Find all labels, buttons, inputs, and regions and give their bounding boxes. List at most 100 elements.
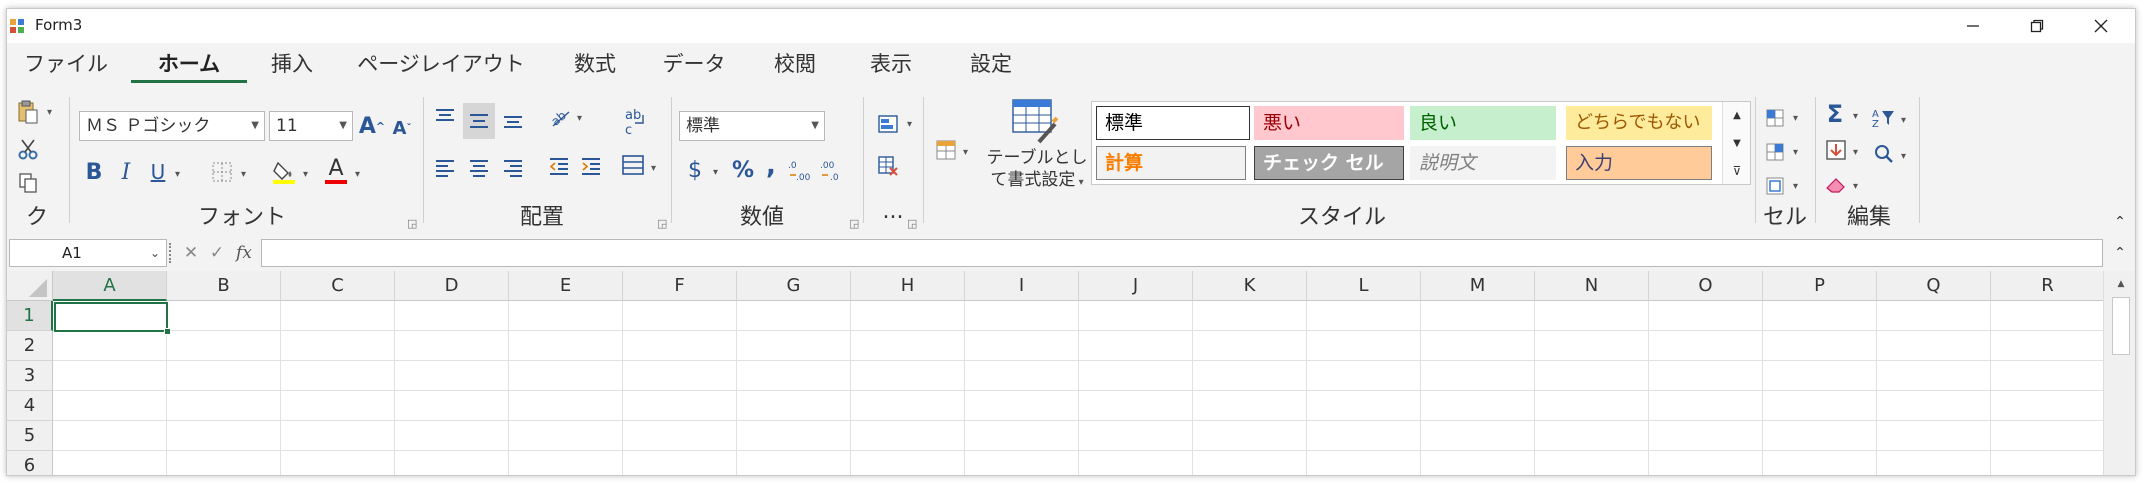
fill-color-button[interactable] <box>269 157 299 187</box>
increase-indent-button[interactable] <box>577 153 605 181</box>
format-as-table-icon-button[interactable] <box>1007 97 1061 145</box>
style-normal[interactable]: 標準 <box>1096 106 1250 140</box>
merge-dropdown-icon[interactable]: ▾ <box>651 163 656 174</box>
align-center-button[interactable] <box>465 155 493 183</box>
underline-dropdown-icon[interactable]: ▾ <box>175 169 180 180</box>
font-name-combo[interactable]: ＭＳ Ｐゴシック ▼ <box>79 111 265 141</box>
font-color-dropdown-icon[interactable]: ▾ <box>355 169 360 180</box>
column-header[interactable]: C <box>281 271 395 301</box>
italic-button[interactable]: I <box>113 157 139 187</box>
font-color-button[interactable]: A <box>321 155 351 187</box>
currency-dropdown-icon[interactable]: ▾ <box>713 167 718 178</box>
paste-dropdown-icon[interactable]: ▾ <box>47 107 52 118</box>
close-button[interactable] <box>2069 9 2133 43</box>
row-header[interactable]: 5 <box>7 421 53 451</box>
conditional-format-button[interactable] <box>873 109 903 139</box>
shrink-font-button[interactable]: Aˇ <box>389 113 415 143</box>
column-header[interactable]: O <box>1649 271 1763 301</box>
style-calculation[interactable]: 計算 <box>1096 146 1246 180</box>
column-header[interactable]: F <box>623 271 737 301</box>
borders-dropdown-icon[interactable]: ▾ <box>241 169 246 180</box>
name-box[interactable]: A1 ⌄ <box>9 239 167 267</box>
wrap-text-button[interactable]: ab c <box>621 105 649 139</box>
name-box-dropdown-icon[interactable]: ⌄ <box>150 240 160 266</box>
autosum-dropdown-icon[interactable]: ▾ <box>1853 111 1858 122</box>
minimize-button[interactable] <box>1941 9 2005 43</box>
bold-button[interactable]: B <box>81 157 107 187</box>
scroll-up-icon[interactable]: ▲ <box>2110 275 2132 293</box>
clear-button[interactable] <box>1821 169 1851 199</box>
column-header[interactable]: N <box>1535 271 1649 301</box>
borders-button[interactable] <box>207 157 237 187</box>
scroll-thumb[interactable] <box>2112 297 2130 355</box>
copy-button[interactable] <box>13 169 43 197</box>
more-dialog-launcher[interactable]: ◲ <box>907 217 917 230</box>
font-size-combo[interactable]: 11 ▼ <box>269 111 353 141</box>
gallery-more-icon[interactable]: ⊽ <box>1723 158 1751 184</box>
orientation-button[interactable]: ab <box>545 103 577 131</box>
delete-cells-dropdown-icon[interactable]: ▾ <box>1793 147 1798 158</box>
insert-cells-button[interactable] <box>1761 105 1791 131</box>
column-header[interactable]: Q <box>1877 271 1991 301</box>
style-input[interactable]: 入力 <box>1566 146 1712 180</box>
align-right-button[interactable] <box>499 155 527 183</box>
style-neutral[interactable]: どちらでもない <box>1566 106 1712 140</box>
style-bad[interactable]: 悪い <box>1254 106 1404 140</box>
spreadsheet-grid[interactable]: ABCDEFGHIJKLMNOPQR 123456 ▲ <box>7 271 2135 475</box>
collapse-ribbon-icon[interactable]: ⌃ <box>2111 213 2129 231</box>
tab-home[interactable]: ホーム <box>131 49 247 85</box>
column-header[interactable]: B <box>167 271 281 301</box>
gallery-scroll-up-icon[interactable]: ▲ <box>1723 102 1751 128</box>
select-all-corner[interactable] <box>7 271 53 301</box>
style-check-cell[interactable]: チェック セル <box>1254 146 1404 180</box>
underline-button[interactable]: U <box>145 157 171 187</box>
tab-view[interactable]: 表示 <box>853 49 929 85</box>
column-header[interactable]: A <box>53 271 167 301</box>
column-header[interactable]: D <box>395 271 509 301</box>
percent-button[interactable]: % <box>729 155 757 185</box>
insert-cells-dropdown-icon[interactable]: ▾ <box>1793 113 1798 124</box>
tab-data[interactable]: データ <box>653 49 735 85</box>
currency-button[interactable]: $ <box>683 155 707 185</box>
fill-handle[interactable] <box>164 328 171 335</box>
format-cells-dropdown-icon[interactable]: ▾ <box>1793 181 1798 192</box>
style-explanatory[interactable]: 説明文 <box>1410 146 1556 180</box>
column-header[interactable]: I <box>965 271 1079 301</box>
tab-insert[interactable]: 挿入 <box>257 49 327 85</box>
tab-formulas[interactable]: 数式 <box>555 49 635 85</box>
row-header[interactable]: 4 <box>7 391 53 421</box>
align-left-button[interactable] <box>431 155 459 183</box>
column-header[interactable]: P <box>1763 271 1877 301</box>
tab-review[interactable]: 校閲 <box>759 49 831 85</box>
column-header[interactable]: R <box>1991 271 2105 301</box>
align-top-button[interactable] <box>431 103 459 131</box>
column-header[interactable]: M <box>1421 271 1535 301</box>
align-bottom-button[interactable] <box>499 107 527 135</box>
alignment-dialog-launcher[interactable]: ◲ <box>657 217 667 230</box>
fill-color-dropdown-icon[interactable]: ▾ <box>303 169 308 180</box>
increase-decimal-button[interactable]: .0.00 <box>787 155 815 185</box>
selected-cell-a1[interactable] <box>54 302 171 335</box>
clear-dropdown-icon[interactable]: ▾ <box>1853 181 1858 192</box>
column-header[interactable]: K <box>1193 271 1307 301</box>
splitter-handle[interactable] <box>169 243 173 263</box>
tab-file[interactable]: ファイル <box>23 49 109 85</box>
number-dialog-launcher[interactable]: ◲ <box>849 217 859 230</box>
row-header[interactable]: 3 <box>7 361 53 391</box>
format-cells-button[interactable] <box>1761 173 1791 199</box>
column-header[interactable]: L <box>1307 271 1421 301</box>
number-format-combo[interactable]: 標準 ▼ <box>679 111 825 141</box>
column-header[interactable]: G <box>737 271 851 301</box>
sort-filter-dropdown-icon[interactable]: ▾ <box>1901 115 1906 126</box>
paste-button[interactable] <box>13 97 43 127</box>
align-middle-button[interactable] <box>463 103 495 139</box>
sort-filter-button[interactable]: AZ <box>1869 103 1899 133</box>
orientation-dropdown-icon[interactable]: ▾ <box>577 113 582 124</box>
merge-center-button[interactable] <box>619 151 647 179</box>
restore-button[interactable] <box>2005 9 2069 43</box>
find-select-button[interactable] <box>1869 139 1899 169</box>
row-header[interactable]: 6 <box>7 451 53 475</box>
column-header[interactable]: H <box>851 271 965 301</box>
insert-function-button[interactable]: fx <box>231 241 257 265</box>
column-header[interactable]: E <box>509 271 623 301</box>
